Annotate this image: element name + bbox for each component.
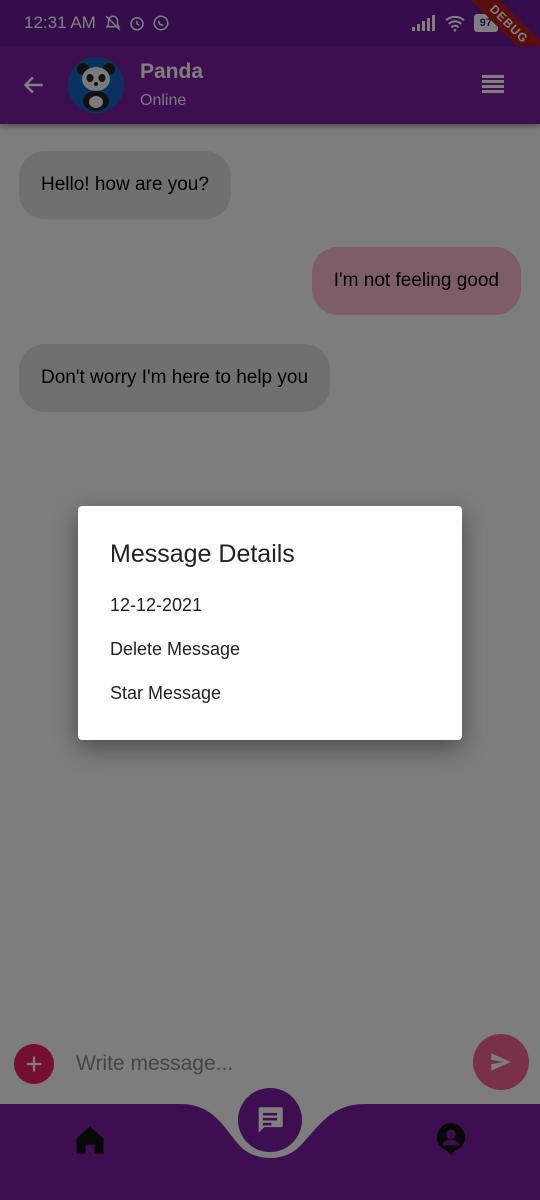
- dialog-title: Message Details: [110, 540, 295, 568]
- dialog-item-date[interactable]: 12-12-2021: [110, 583, 430, 627]
- dialog-item-star-message[interactable]: Star Message: [110, 671, 430, 715]
- dialog-item-delete-message[interactable]: Delete Message: [110, 627, 430, 671]
- chat-screen: 12:31 AM 97 DEBUG: [0, 0, 540, 1200]
- message-details-dialog: Message Details 12-12-2021 Delete Messag…: [78, 506, 462, 740]
